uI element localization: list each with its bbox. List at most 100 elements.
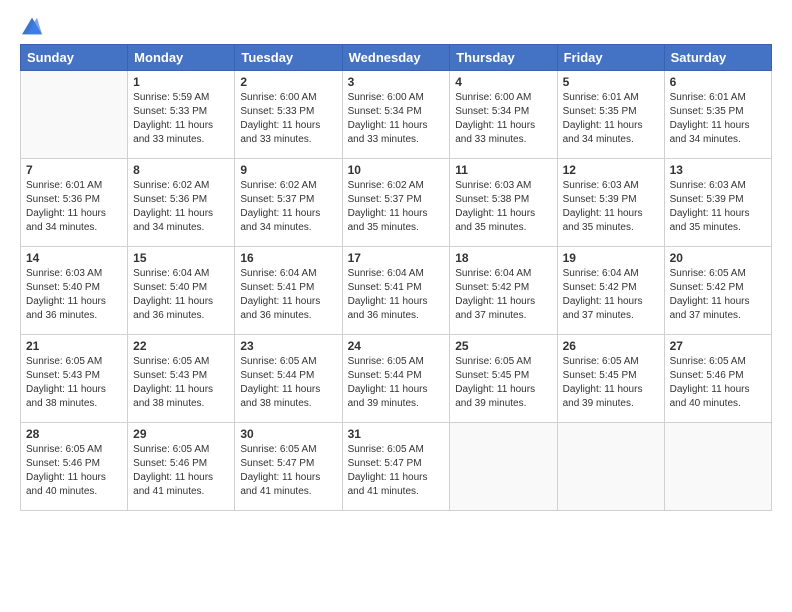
header-row: SundayMondayTuesdayWednesdayThursdayFrid… xyxy=(21,45,772,71)
daylight-text: Daylight: 11 hours xyxy=(455,295,551,309)
day-info: Sunrise: 6:05 AMSunset: 5:42 PMDaylight:… xyxy=(670,267,766,323)
page: SundayMondayTuesdayWednesdayThursdayFrid… xyxy=(0,0,792,612)
sunrise-text: Sunrise: 6:05 AM xyxy=(348,443,445,457)
daylight-text: Daylight: 11 hours xyxy=(455,119,551,133)
daylight-text: Daylight: 11 hours xyxy=(26,207,122,221)
daylight-text: Daylight: 11 hours xyxy=(240,119,336,133)
daylight-text-cont: and 35 minutes. xyxy=(348,221,445,235)
day-info: Sunrise: 6:05 AMSunset: 5:46 PMDaylight:… xyxy=(670,355,766,411)
daylight-text-cont: and 40 minutes. xyxy=(670,397,766,411)
calendar-cell: 12 Sunrise: 6:03 AMSunset: 5:39 PMDayligh… xyxy=(557,159,664,247)
daylight-text: Daylight: 11 hours xyxy=(348,295,445,309)
calendar-week-row: 28Sunrise: 6:05 AMSunset: 5:46 PMDayligh… xyxy=(21,423,772,511)
calendar-cell: 16Sunrise: 6:04 AMSunset: 5:41 PMDayligh… xyxy=(235,247,342,335)
calendar-cell: 25Sunrise: 6:05 AMSunset: 5:45 PMDayligh… xyxy=(450,335,557,423)
weekday-header: Monday xyxy=(128,45,235,71)
sunset-text: Sunset: 5:35 PM xyxy=(670,105,766,119)
daylight-text: Daylight: 11 hours xyxy=(26,383,122,397)
day-number: 6 xyxy=(670,75,766,89)
calendar-cell: 1 Sunrise: 5:59 AMSunset: 5:33 PMDaylight… xyxy=(128,71,235,159)
day-info: Sunrise: 6:03 AMSunset: 5:39 PMDaylight:… xyxy=(670,179,766,235)
sunrise-text: Sunrise: 6:04 AM xyxy=(133,267,229,281)
day-number: 15 xyxy=(133,251,229,265)
daylight-text: Daylight: 11 hours xyxy=(348,471,445,485)
daylight-text-cont: and 35 minutes. xyxy=(670,221,766,235)
daylight-text-cont: and 38 minutes. xyxy=(26,397,122,411)
weekday-header: Tuesday xyxy=(235,45,342,71)
calendar-cell: 17Sunrise: 6:04 AMSunset: 5:41 PMDayligh… xyxy=(342,247,450,335)
daylight-text-cont: and 34 minutes. xyxy=(133,221,229,235)
calendar-cell: 4Sunrise: 6:00 AMSunset: 5:34 PMDaylight… xyxy=(450,71,557,159)
sunrise-text: Sunrise: 6:05 AM xyxy=(240,443,336,457)
day-info: Sunrise: 6:05 AMSunset: 5:46 PMDaylight:… xyxy=(26,443,122,499)
calendar-cell: 22Sunrise: 6:05 AMSunset: 5:43 PMDayligh… xyxy=(128,335,235,423)
weekday-header: Thursday xyxy=(450,45,557,71)
calendar-week-row: 7Sunrise: 6:01 AMSunset: 5:36 PMDaylight… xyxy=(21,159,772,247)
calendar-cell: 18 Sunrise: 6:04 AMSunset: 5:42 PMDayligh… xyxy=(450,247,557,335)
day-number: 29 xyxy=(133,427,229,441)
daylight-text-cont: and 34 minutes. xyxy=(563,133,659,147)
sunset-text: Sunset: 5:47 PM xyxy=(348,457,445,471)
calendar-week-row: 14Sunrise: 6:03 AMSunset: 5:40 PMDayligh… xyxy=(21,247,772,335)
sunrise-text: Sunrise: 6:05 AM xyxy=(348,355,445,369)
sunrise-text: Sunrise: 6:05 AM xyxy=(133,355,229,369)
sunset-text: Sunset: 5:39 PM xyxy=(670,193,766,207)
day-info: Sunrise: 6:05 AMSunset: 5:45 PMDaylight:… xyxy=(563,355,659,411)
day-info: Sunrise: 6:05 AMSunset: 5:43 PMDaylight:… xyxy=(26,355,122,411)
sunrise-text: Sunrise: 6:05 AM xyxy=(240,355,336,369)
day-number: 2 xyxy=(240,75,336,89)
daylight-text: Daylight: 11 hours xyxy=(26,471,122,485)
daylight-text: Daylight: 11 hours xyxy=(26,295,122,309)
calendar-cell: 7Sunrise: 6:01 AMSunset: 5:36 PMDaylight… xyxy=(21,159,128,247)
logo-icon xyxy=(22,16,42,36)
sunrise-text: Sunrise: 6:01 AM xyxy=(26,179,122,193)
daylight-text-cont: and 35 minutes. xyxy=(563,221,659,235)
day-number: 31 xyxy=(348,427,445,441)
sunrise-text: Sunrise: 6:01 AM xyxy=(563,91,659,105)
sunset-text: Sunset: 5:37 PM xyxy=(348,193,445,207)
sunset-text: Sunset: 5:40 PM xyxy=(133,281,229,295)
calendar-cell: 23Sunrise: 6:05 AMSunset: 5:44 PMDayligh… xyxy=(235,335,342,423)
day-info: Sunrise: 6:04 AMSunset: 5:41 PMDaylight:… xyxy=(240,267,336,323)
day-info: Sunrise: 5:59 AMSunset: 5:33 PMDaylight:… xyxy=(133,91,229,147)
day-number: 12 xyxy=(563,163,659,177)
sunrise-text: Sunrise: 6:04 AM xyxy=(348,267,445,281)
sunset-text: Sunset: 5:36 PM xyxy=(133,193,229,207)
calendar-cell: 20Sunrise: 6:05 AMSunset: 5:42 PMDayligh… xyxy=(664,247,771,335)
sunrise-text: Sunrise: 6:01 AM xyxy=(670,91,766,105)
daylight-text-cont: and 41 minutes. xyxy=(348,485,445,499)
daylight-text: Daylight: 11 hours xyxy=(133,383,229,397)
day-number: 18 xyxy=(455,251,551,265)
daylight-text-cont: and 33 minutes. xyxy=(240,133,336,147)
sunset-text: Sunset: 5:42 PM xyxy=(455,281,551,295)
sunset-text: Sunset: 5:38 PM xyxy=(455,193,551,207)
calendar-cell: 11Sunrise: 6:03 AMSunset: 5:38 PMDayligh… xyxy=(450,159,557,247)
sunset-text: Sunset: 5:44 PM xyxy=(240,369,336,383)
daylight-text-cont: and 36 minutes. xyxy=(240,309,336,323)
sunset-text: Sunset: 5:44 PM xyxy=(348,369,445,383)
daylight-text: Daylight: 11 hours xyxy=(240,383,336,397)
sunrise-text: Sunrise: 6:04 AM xyxy=(455,267,551,281)
day-info: Sunrise: 6:04 AMSunset: 5:42 PMDaylight:… xyxy=(455,267,551,323)
sunset-text: Sunset: 5:41 PM xyxy=(240,281,336,295)
daylight-text: Daylight: 11 hours xyxy=(348,383,445,397)
calendar-cell: 10Sunrise: 6:02 AMSunset: 5:37 PMDayligh… xyxy=(342,159,450,247)
sunset-text: Sunset: 5:42 PM xyxy=(670,281,766,295)
day-info: Sunrise: 6:00 AMSunset: 5:33 PMDaylight:… xyxy=(240,91,336,147)
calendar-cell: 28Sunrise: 6:05 AMSunset: 5:46 PMDayligh… xyxy=(21,423,128,511)
calendar-cell: 26Sunrise: 6:05 AMSunset: 5:45 PMDayligh… xyxy=(557,335,664,423)
sunset-text: Sunset: 5:46 PM xyxy=(670,369,766,383)
daylight-text: Daylight: 11 hours xyxy=(670,207,766,221)
sunset-text: Sunset: 5:45 PM xyxy=(563,369,659,383)
day-info: Sunrise: 6:03 AMSunset: 5:39 PMDaylight:… xyxy=(563,179,659,235)
sunset-text: Sunset: 5:34 PM xyxy=(348,105,445,119)
day-info: Sunrise: 6:01 AMSunset: 5:35 PMDaylight:… xyxy=(563,91,659,147)
weekday-header: Saturday xyxy=(664,45,771,71)
sunrise-text: Sunrise: 6:05 AM xyxy=(26,355,122,369)
day-number: 1 xyxy=(133,75,229,89)
day-number: 8 xyxy=(133,163,229,177)
calendar-cell: 3Sunrise: 6:00 AMSunset: 5:34 PMDaylight… xyxy=(342,71,450,159)
sunset-text: Sunset: 5:47 PM xyxy=(240,457,336,471)
sunset-text: Sunset: 5:41 PM xyxy=(348,281,445,295)
day-info: Sunrise: 6:05 AMSunset: 5:47 PMDaylight:… xyxy=(240,443,336,499)
